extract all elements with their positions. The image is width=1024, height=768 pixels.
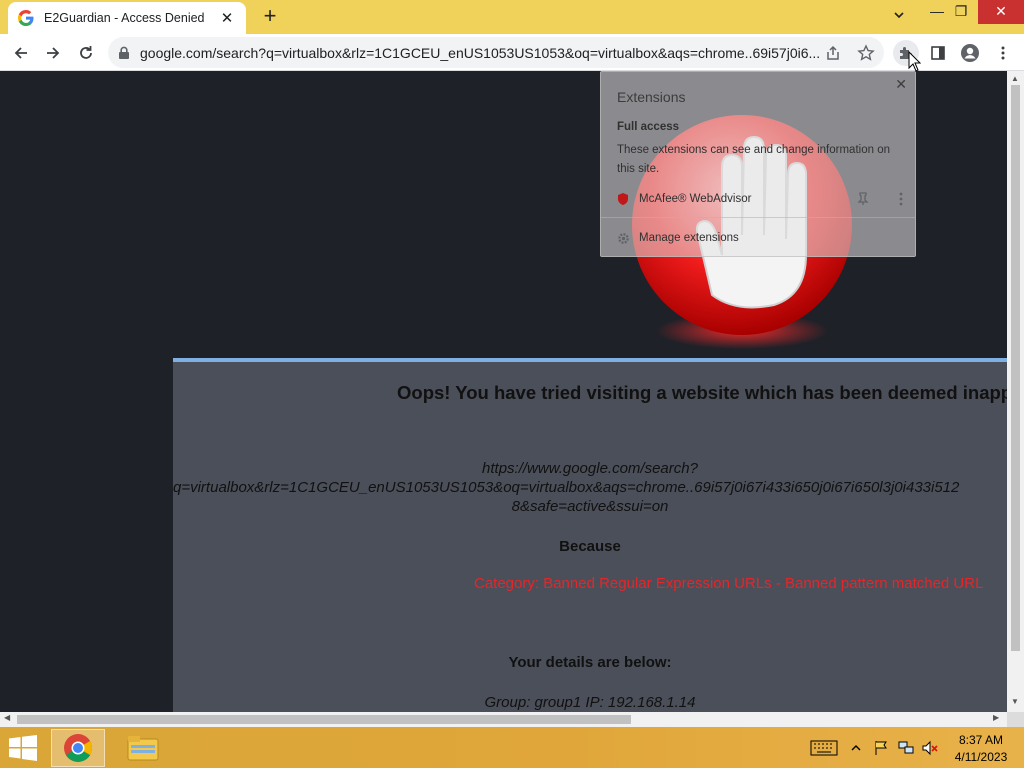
pin-icon[interactable]	[857, 192, 869, 206]
clock-date: 4/11/2023	[954, 750, 1008, 764]
taskbar-file-explorer-button[interactable]	[116, 729, 170, 767]
taskbar-clock[interactable]: 8:37 AM 4/11/2023	[944, 732, 1018, 766]
kebab-menu-icon	[1001, 46, 1005, 60]
new-tab-button[interactable]: +	[258, 5, 282, 29]
scroll-right-arrow-icon[interactable]: ▶	[993, 713, 999, 722]
bookmark-star-button[interactable]	[853, 40, 879, 66]
forward-button[interactable]	[40, 40, 66, 66]
url-text: google.com/search?q=virtualbox&rlz=1C1GC…	[140, 44, 821, 61]
block-message-panel: Oops! You have tried visiting a website …	[173, 358, 1007, 712]
details-heading: Your details are below:	[508, 654, 672, 671]
lock-icon	[119, 46, 129, 59]
volume-button[interactable]	[920, 737, 940, 759]
action-center-flag-button[interactable]	[872, 737, 890, 759]
manage-extensions-label: Manage extensions	[639, 232, 739, 244]
extension-more-icon[interactable]	[899, 192, 903, 206]
touch-keyboard-button[interactable]	[808, 737, 840, 759]
windows-start-icon[interactable]	[8, 735, 38, 761]
extensions-popup: Extensions ✕ Full access These extension…	[600, 71, 916, 257]
clock-time: 8:37 AM	[958, 733, 1004, 747]
tab-search-chevron-icon[interactable]	[888, 6, 910, 28]
browser-toolbar: google.com/search?q=virtualbox&rlz=1C1GC…	[0, 34, 1024, 71]
block-headline: Oops! You have tried visiting a website …	[397, 382, 1007, 403]
blocked-url-line-3: 8&safe=active&ssui=on	[511, 498, 669, 515]
scroll-left-arrow-icon[interactable]: ◀	[4, 713, 10, 722]
network-button[interactable]	[896, 737, 916, 759]
block-category: Category: Banned Regular Expression URLs…	[474, 575, 984, 592]
google-icon	[18, 10, 34, 26]
speaker-muted-icon	[922, 740, 938, 756]
extension-name: McAfee® WebAdvisor	[639, 193, 752, 205]
profile-avatar-icon	[961, 44, 979, 62]
scroll-down-arrow-icon[interactable]: ▼	[1011, 697, 1019, 706]
full-access-description: These extensions can see and change info…	[617, 144, 890, 175]
title-bar: E2Guardian - Access Denied ✕ + — ❐ ✕	[0, 0, 1024, 34]
tab-close-icon[interactable]: ✕	[218, 9, 236, 27]
show-hidden-icons-button[interactable]	[848, 737, 864, 759]
forward-arrow-icon	[47, 47, 60, 59]
vertical-scrollbar[interactable]: ▲ ▼	[1007, 71, 1024, 712]
chevron-up-icon	[851, 745, 861, 751]
folder-icon	[127, 736, 159, 761]
reload-button[interactable]	[73, 40, 99, 66]
chrome-icon	[64, 734, 92, 762]
taskbar-chrome-button[interactable]	[51, 729, 105, 767]
menu-button[interactable]	[990, 40, 1016, 66]
mouse-cursor-icon	[908, 51, 922, 72]
reload-icon	[80, 46, 92, 59]
side-panel-icon	[931, 46, 945, 60]
scroll-up-arrow-icon[interactable]: ▲	[1011, 74, 1019, 83]
mcafee-shield-icon	[618, 193, 628, 205]
restore-button[interactable]: ❐	[944, 0, 978, 24]
keyboard-icon	[810, 740, 838, 756]
extensions-popup-close-icon[interactable]: ✕	[895, 76, 907, 93]
address-bar[interactable]: google.com/search?q=virtualbox&rlz=1C1GC…	[108, 37, 884, 68]
gear-icon	[618, 232, 629, 244]
full-access-heading: Full access	[617, 121, 680, 133]
network-icon	[898, 741, 914, 754]
extension-item-mcafee[interactable]: McAfee® WebAdvisor	[617, 188, 903, 210]
vertical-scroll-thumb[interactable]	[1011, 85, 1020, 651]
star-icon	[857, 44, 875, 61]
profile-button[interactable]	[957, 40, 983, 66]
back-arrow-icon	[14, 47, 27, 59]
tab-title: E2Guardian - Access Denied	[44, 11, 205, 25]
blocked-url-line-2: q=virtualbox&rlz=1C1GCEU_enUS1053US1053&…	[173, 479, 960, 496]
extensions-popup-title: Extensions	[617, 89, 686, 105]
window-close-button[interactable]: ✕	[978, 0, 1024, 24]
share-icon	[827, 45, 839, 60]
flag-icon	[875, 741, 887, 755]
blocked-url-line-1: https://www.google.com/search?	[482, 460, 698, 477]
side-panel-button[interactable]	[925, 40, 951, 66]
taskbar: 8:37 AM 4/11/2023	[0, 727, 1024, 768]
horizontal-scrollbar[interactable]: ◀ ▶	[0, 712, 1007, 727]
horizontal-scroll-thumb[interactable]	[17, 715, 631, 724]
manage-extensions-link[interactable]: Manage extensions	[617, 228, 739, 248]
scrollbar-corner	[1007, 712, 1024, 727]
because-label: Because	[559, 538, 621, 555]
back-button[interactable]	[8, 40, 34, 66]
share-button[interactable]	[820, 40, 846, 66]
group-ip-line: Group: group1 IP: 192.168.1.14	[484, 694, 696, 711]
browser-tab[interactable]: E2Guardian - Access Denied ✕	[8, 2, 246, 34]
extensions-divider	[601, 217, 915, 218]
